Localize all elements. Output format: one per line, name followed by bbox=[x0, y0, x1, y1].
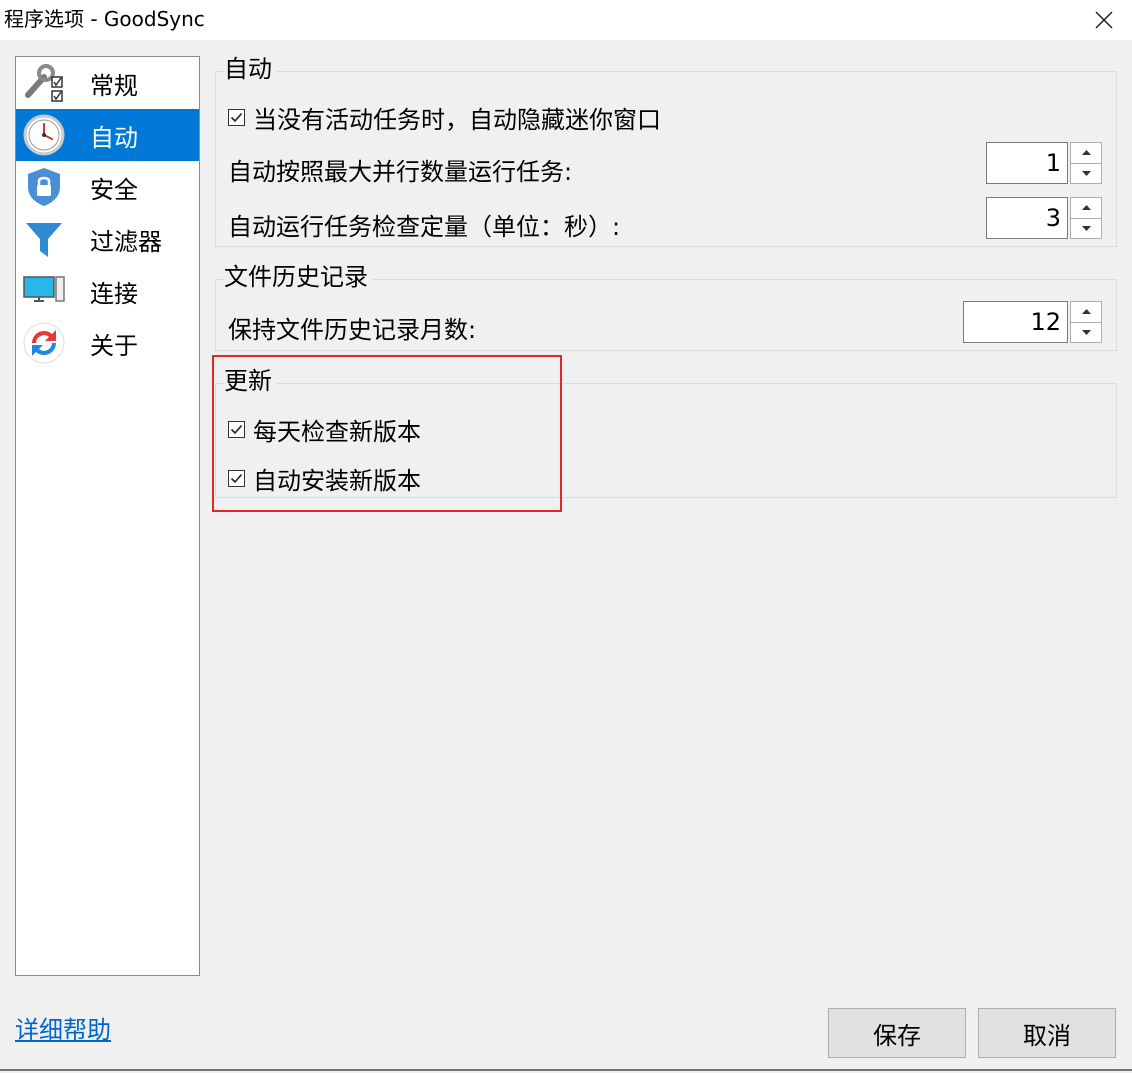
sidebar-item-label: 连接 bbox=[90, 279, 138, 308]
caret-up-icon bbox=[1081, 205, 1091, 211]
group-title-update: 更新 bbox=[224, 366, 276, 396]
sidebar-item-general[interactable]: 常规 bbox=[16, 57, 199, 109]
max-parallel-input[interactable]: 1 bbox=[986, 142, 1068, 184]
caret-down-icon bbox=[1081, 329, 1091, 335]
check-interval-spinner[interactable]: 3 bbox=[986, 197, 1102, 239]
auto-install-checkbox[interactable]: 自动安装新版本 bbox=[228, 461, 421, 496]
spin-down-button[interactable] bbox=[1070, 218, 1102, 239]
max-parallel-spinner[interactable]: 1 bbox=[986, 142, 1102, 184]
shield-lock-icon bbox=[22, 165, 66, 209]
close-icon bbox=[1095, 11, 1113, 29]
spin-down-button[interactable] bbox=[1070, 322, 1102, 343]
sidebar-item-filters[interactable]: 过滤器 bbox=[16, 213, 199, 265]
max-parallel-text: 自动按照最大并行数量运行任务: bbox=[228, 158, 573, 186]
close-button[interactable] bbox=[1076, 0, 1132, 40]
auto-group: 自动 当没有活动任务时，自动隐藏迷你窗口 自动按照最大并行数量运行任务: 1 自… bbox=[215, 54, 1117, 247]
spin-up-button[interactable] bbox=[1070, 142, 1102, 164]
history-months-input[interactable]: 12 bbox=[963, 301, 1068, 343]
save-button[interactable]: 保存 bbox=[828, 1008, 966, 1058]
checkbox-label: 自动安装新版本 bbox=[253, 467, 421, 495]
sidebar-item-label: 安全 bbox=[90, 175, 138, 204]
checkmark-icon bbox=[230, 473, 243, 484]
caret-up-icon bbox=[1081, 309, 1091, 315]
history-months-label: 保持文件历史记录月数: bbox=[228, 310, 476, 345]
file-history-group: 文件历史记录 保持文件历史记录月数: 12 bbox=[215, 262, 1117, 351]
spin-down-button[interactable] bbox=[1070, 163, 1102, 184]
spin-up-button[interactable] bbox=[1070, 301, 1102, 323]
check-interval-spin-buttons bbox=[1070, 197, 1102, 239]
spin-up-button[interactable] bbox=[1070, 197, 1102, 219]
checkbox-box[interactable] bbox=[228, 109, 245, 126]
history-months-spin-buttons bbox=[1070, 301, 1102, 343]
group-title-history: 文件历史记录 bbox=[224, 262, 372, 292]
sidebar-item-security[interactable]: 安全 bbox=[16, 161, 199, 213]
history-months-spinner[interactable]: 12 bbox=[963, 301, 1102, 343]
sidebar-item-label: 过滤器 bbox=[90, 227, 162, 256]
tools-checklist-icon bbox=[22, 61, 66, 105]
checkbox-box[interactable] bbox=[228, 421, 245, 438]
check-interval-input[interactable]: 3 bbox=[986, 197, 1068, 239]
title-bar: 程序选项 - GoodSync bbox=[0, 0, 1132, 40]
caret-down-icon bbox=[1081, 225, 1091, 231]
checkmark-icon bbox=[230, 112, 243, 123]
sidebar-item-label: 常规 bbox=[90, 71, 138, 100]
group-title-auto: 自动 bbox=[224, 54, 276, 84]
history-months-text: 保持文件历史记录月数: bbox=[228, 316, 477, 344]
hide-mini-window-checkbox[interactable]: 当没有活动任务时，自动隐藏迷你窗口 bbox=[228, 100, 661, 135]
sidebar-item-label: 自动 bbox=[90, 123, 138, 152]
checkmark-icon bbox=[230, 424, 243, 435]
funnel-icon bbox=[22, 217, 66, 261]
window-title: 程序选项 - GoodSync bbox=[4, 7, 205, 31]
checkbox-label: 每天检查新版本 bbox=[253, 418, 421, 446]
max-parallel-spin-buttons bbox=[1070, 142, 1102, 184]
clock-icon bbox=[22, 113, 66, 157]
sync-logo-icon bbox=[22, 321, 66, 365]
caret-down-icon bbox=[1081, 170, 1091, 176]
caret-up-icon bbox=[1081, 150, 1091, 156]
checkbox-label: 当没有活动任务时，自动隐藏迷你窗口 bbox=[253, 106, 661, 134]
sidebar-item-label: 关于 bbox=[90, 331, 138, 360]
sidebar-item-about[interactable]: 关于 bbox=[16, 317, 199, 369]
sidebar-item-connection[interactable]: 连接 bbox=[16, 265, 199, 317]
monitor-icon bbox=[22, 269, 66, 313]
options-sidebar: 常规 自动 安全 过滤器 连接 关于 bbox=[15, 56, 200, 976]
check-interval-text: 自动运行任务检查定量（单位：秒）: bbox=[228, 213, 621, 241]
check-daily-checkbox[interactable]: 每天检查新版本 bbox=[228, 412, 421, 447]
cancel-button[interactable]: 取消 bbox=[978, 1008, 1116, 1058]
max-parallel-label: 自动按照最大并行数量运行任务: bbox=[228, 152, 572, 187]
help-link[interactable]: 详细帮助 bbox=[15, 1010, 111, 1045]
sidebar-item-auto[interactable]: 自动 bbox=[16, 109, 199, 161]
check-interval-label: 自动运行任务检查定量（单位：秒）: bbox=[228, 207, 620, 242]
checkbox-box[interactable] bbox=[228, 470, 245, 487]
window-bottom-border bbox=[0, 1069, 1132, 1071]
update-group: 更新 每天检查新版本 自动安装新版本 bbox=[215, 366, 1117, 498]
